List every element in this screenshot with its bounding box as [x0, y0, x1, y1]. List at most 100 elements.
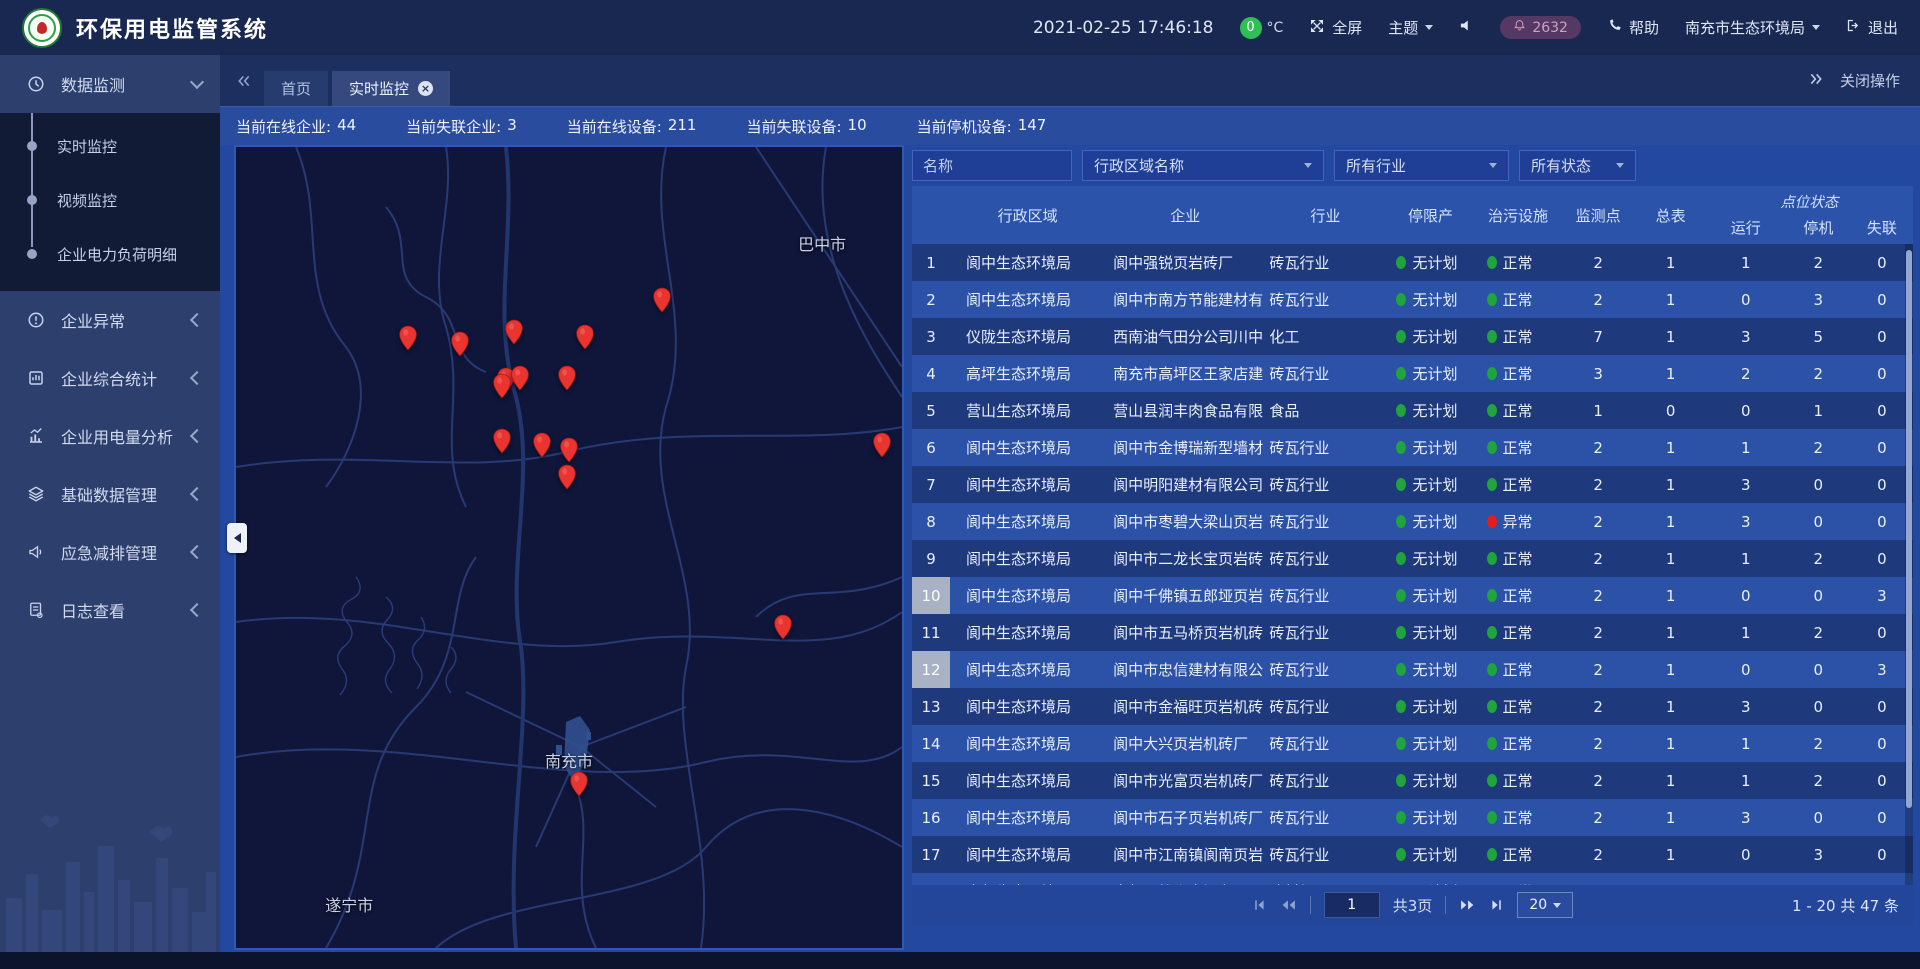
table-row[interactable]: 16阆中生态环境局阆中市石子页岩机砖厂砖瓦行业无计划正常21300 [912, 799, 1913, 836]
map-pin[interactable] [398, 325, 417, 355]
status-dot-green [1487, 256, 1497, 269]
table-row[interactable]: 1阆中生态环境局阆中强锐页岩砖厂砖瓦行业无计划正常21120 [912, 244, 1913, 281]
production-status-label: 无计划 [1412, 252, 1457, 273]
last-page-button[interactable] [1489, 898, 1504, 912]
table-scrollbar[interactable] [1905, 244, 1913, 885]
sidebar-group-1[interactable]: 企业异常 [0, 291, 220, 349]
row-company: 阆中市光富页岩机砖厂 [1105, 770, 1265, 791]
row-company: 阆中市二龙长宝页岩砖 [1105, 548, 1265, 569]
table-row[interactable]: 2阆中生态环境局阆中市南方节能建材有砖瓦行业无计划正常21030 [912, 281, 1913, 318]
sidebar-item[interactable]: 实时监控 [0, 119, 220, 173]
row-facility-status: 正常 [1476, 363, 1561, 384]
table-row[interactable]: 6阆中生态环境局阆中市金博瑞新型墙材砖瓦行业无计划正常21120 [912, 429, 1913, 466]
sidebar-group-3[interactable]: 企业用电量分析 [0, 407, 220, 465]
map-city-label: 遂宁市 [325, 892, 373, 916]
table-row[interactable]: 15阆中生态环境局阆中市光富页岩机砖厂砖瓦行业无计划正常21120 [912, 762, 1913, 799]
next-page-button[interactable] [1459, 898, 1476, 912]
row-industry: 砖瓦行业 [1265, 622, 1385, 643]
row-index: 1 [912, 244, 950, 281]
industry-filter-select[interactable]: 所有行业 [1334, 150, 1509, 181]
map-pin[interactable] [652, 287, 671, 317]
map-pin[interactable] [533, 432, 552, 462]
theme-button[interactable]: 主题 [1388, 17, 1433, 38]
map-pin[interactable] [558, 464, 577, 494]
map-collapse-button[interactable] [227, 523, 247, 553]
status-dot-green [1396, 293, 1406, 306]
map-pin[interactable] [450, 331, 469, 361]
first-page-button[interactable] [1252, 898, 1267, 912]
table-row[interactable]: 5营山生态环境局营山县润丰肉食品有限食品无计划正常10010 [912, 392, 1913, 429]
row-index: 18 [912, 873, 950, 885]
chevron-down-icon [1304, 163, 1312, 168]
table-row[interactable]: 8阆中生态环境局阆中市枣碧大梁山页岩砖瓦行业无计划异常21300 [912, 503, 1913, 540]
sidebar-group-0[interactable]: 数据监测 [0, 55, 220, 113]
close-icon[interactable] [418, 81, 433, 96]
facility-status-label: 正常 [1503, 807, 1533, 828]
status-filter-select[interactable]: 所有状态 [1519, 150, 1636, 181]
row-production-status: 无计划 [1385, 770, 1475, 791]
name-filter-input[interactable] [912, 150, 1072, 181]
map-pin[interactable] [773, 614, 792, 644]
logout-label: 退出 [1868, 17, 1898, 38]
table-row[interactable]: 10阆中生态环境局阆中千佛镇五郎垭页岩砖瓦行业无计划正常21003 [912, 577, 1913, 614]
row-production-status: 无计划 [1385, 437, 1475, 458]
map-pin[interactable] [575, 324, 594, 354]
row-index: 13 [912, 688, 950, 725]
region-filter-value: 行政区域名称 [1094, 155, 1184, 176]
map-pin[interactable] [492, 373, 511, 403]
table-row[interactable]: 4高坪生态环境局南充市高坪区王家店建砖瓦行业无计划正常31220 [912, 355, 1913, 392]
page-size-select[interactable]: 20 [1517, 892, 1573, 918]
table-row[interactable]: 17阆中生态环境局阆中市江南镇阆南页岩砖瓦行业无计划正常21030 [912, 836, 1913, 873]
table-row[interactable]: 14阆中生态环境局阆中大兴页岩机砖厂砖瓦行业无计划正常21120 [912, 725, 1913, 762]
prev-page-button[interactable] [1280, 898, 1297, 912]
map-pin[interactable] [511, 365, 530, 395]
map-pin[interactable] [569, 771, 588, 801]
sidebar-group-5[interactable]: 应急减排管理 [0, 523, 220, 581]
filter-row: 行政区域名称 所有行业 所有状态 [912, 150, 1636, 181]
map-pin[interactable] [505, 319, 524, 349]
production-status-label: 无计划 [1412, 363, 1457, 384]
page-number-input[interactable] [1324, 892, 1380, 918]
map-panel[interactable]: 巴中市南充市遂宁市 [234, 145, 904, 950]
sidebar-item-label: 实时监控 [57, 136, 117, 157]
row-offline: 3 [1851, 587, 1913, 605]
table-row[interactable]: 9阆中生态环境局阆中市二龙长宝页岩砖砖瓦行业无计划正常21120 [912, 540, 1913, 577]
table-row[interactable]: 11阆中生态环境局阆中市五马桥页岩机砖砖瓦行业无计划正常21120 [912, 614, 1913, 651]
map-pin[interactable] [492, 428, 511, 458]
table-row[interactable]: 13阆中生态环境局阆中市金福旺页岩机砖砖瓦行业无计划正常21300 [912, 688, 1913, 725]
tabs-scroll-left-button[interactable] [236, 73, 252, 89]
sidebar-group-6[interactable]: 日志查看 [0, 581, 220, 639]
mute-button[interactable] [1459, 18, 1474, 37]
row-meters: 1 [1636, 291, 1706, 309]
sidebar-group-4[interactable]: 基础数据管理 [0, 465, 220, 523]
row-running: 3 [1706, 698, 1786, 716]
region-filter-select[interactable]: 行政区域名称 [1082, 150, 1324, 181]
close-operations-button[interactable]: 关闭操作 [1840, 70, 1900, 91]
row-company: 阆中市忠信建材有限公 [1105, 659, 1265, 680]
tab-home[interactable]: 首页 [264, 71, 328, 106]
sidebar-item[interactable]: 视频监控 [0, 173, 220, 227]
stats-window-icon [26, 369, 46, 387]
map-pin[interactable] [873, 432, 892, 462]
logout-button[interactable]: 退出 [1846, 17, 1898, 38]
table-row[interactable]: 7阆中生态环境局阆中明阳建材有限公司砖瓦行业无计划正常21300 [912, 466, 1913, 503]
table-row[interactable]: 3仪陇生态环境局西南油气田分公司川中化工无计划正常71350 [912, 318, 1913, 355]
org-menu[interactable]: 南充市生态环境局 [1685, 17, 1820, 38]
megaphone-icon [26, 543, 46, 561]
fullscreen-button[interactable]: 全屏 [1309, 17, 1362, 38]
status-filter-value: 所有状态 [1531, 155, 1591, 176]
status-dot-green [1396, 774, 1406, 787]
scrollbar-thumb[interactable] [1906, 250, 1912, 808]
tab-realtime-monitor[interactable]: 实时监控 [332, 71, 450, 106]
map-pin[interactable] [558, 365, 577, 395]
row-points: 2 [1561, 624, 1636, 642]
production-status-label: 无计划 [1412, 696, 1457, 717]
table-row[interactable]: 12阆中生态环境局阆中市忠信建材有限公砖瓦行业无计划正常21003 [912, 651, 1913, 688]
notification-pill[interactable]: 2632 [1500, 16, 1581, 39]
status-dot-green [1396, 367, 1406, 380]
tabs-scroll-right-button[interactable] [1808, 71, 1824, 91]
sidebar-group-2[interactable]: 企业综合统计 [0, 349, 220, 407]
help-button[interactable]: 帮助 [1607, 17, 1659, 38]
sidebar-item[interactable]: 企业电力负荷明细 [0, 227, 220, 281]
table-row[interactable]: 18南部生态环境局南部县雄狮水泥有限公建材加工无计划正常60060 [912, 873, 1913, 885]
